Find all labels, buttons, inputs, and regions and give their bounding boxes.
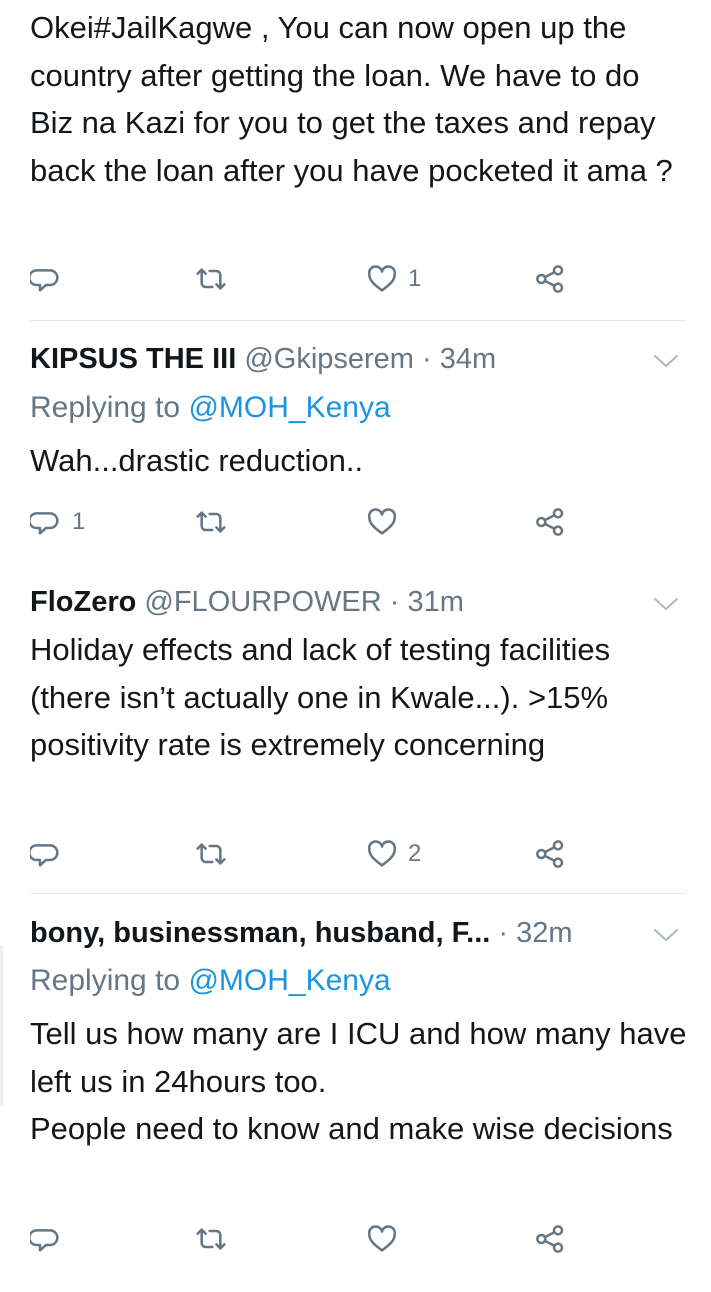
share-button[interactable] [534, 1219, 566, 1259]
retweet-button[interactable] [195, 1219, 227, 1259]
reply-button[interactable] [30, 1219, 72, 1259]
tweet-actions: 2 [0, 834, 711, 874]
timestamp: · 31m [381, 586, 464, 618]
timestamp: · 32m [498, 917, 573, 949]
retweet-icon [195, 1223, 227, 1255]
tweet-header: KIPSUS THE III @Gkipserem · 34m [30, 339, 671, 379]
reply-icon [30, 838, 62, 870]
share-button[interactable] [534, 834, 566, 874]
like-button[interactable]: 1 [366, 259, 421, 299]
chevron-down-icon[interactable] [653, 596, 679, 612]
screen-edge [0, 945, 3, 1105]
retweet-icon [195, 838, 227, 870]
share-icon [534, 263, 566, 295]
reply-icon [30, 263, 62, 295]
heart-icon [366, 506, 398, 538]
heart-icon [366, 838, 398, 870]
replying-to: Replying to @MOH_Kenya [30, 388, 391, 428]
reply-count: 1 [72, 508, 86, 535]
retweet-button[interactable] [195, 502, 227, 542]
user-handle[interactable]: @Gkipserem [244, 343, 414, 375]
share-icon [534, 838, 566, 870]
reply-icon [30, 506, 62, 538]
tweet-text: Wah...drastic reduction.. [30, 443, 364, 478]
retweet-icon [195, 506, 227, 538]
replying-handle[interactable]: @MOH_Kenya [188, 391, 390, 424]
user-handle[interactable]: @FLOURPOWER [144, 586, 381, 618]
tweet-actions: 1 [0, 502, 711, 542]
share-button[interactable] [534, 259, 566, 299]
like-count: 1 [408, 265, 422, 292]
tweet-header: FloZero @FLOURPOWER · 31m [30, 582, 671, 622]
replying-label: Replying to [30, 391, 189, 424]
like-button[interactable] [366, 1219, 408, 1259]
share-icon [534, 506, 566, 538]
tweet-header: bony, businessman, husband, F... · 32m [30, 913, 671, 953]
display-name[interactable]: FloZero [30, 586, 136, 618]
tweet-text: Holiday effects and lack of testing faci… [30, 632, 611, 762]
like-button[interactable] [366, 502, 408, 542]
retweet-icon [195, 263, 227, 295]
share-button[interactable] [534, 502, 566, 542]
chevron-down-icon[interactable] [653, 353, 679, 369]
heart-icon [366, 263, 398, 295]
replying-label: Replying to [30, 964, 189, 997]
share-icon [534, 1223, 566, 1255]
heart-icon [366, 1223, 398, 1255]
timestamp: · 34m [413, 343, 497, 375]
reply-icon [30, 1223, 62, 1255]
replying-to: Replying to @MOH_Kenya [30, 961, 391, 1001]
divider [30, 320, 686, 321]
tweet-actions: 1 [0, 259, 711, 299]
tweet-text: Tell us how many are I ICU and how many … [30, 1016, 687, 1146]
replying-handle[interactable]: @MOH_Kenya [188, 964, 390, 997]
tweet-text: Okei#JailKagwe , You can now open up the… [30, 10, 673, 188]
reply-button[interactable] [30, 834, 72, 874]
display-name[interactable]: KIPSUS THE III [30, 343, 236, 375]
chevron-down-icon[interactable] [653, 927, 679, 943]
reply-feed: Okei#JailKagwe , You can now open up the… [0, 0, 711, 1292]
reply-button[interactable]: 1 [30, 502, 85, 542]
retweet-button[interactable] [195, 259, 227, 299]
display-name[interactable]: bony, businessman, husband, F... [30, 917, 490, 949]
retweet-button[interactable] [195, 834, 227, 874]
reply-button[interactable] [30, 259, 72, 299]
like-count: 2 [408, 840, 422, 867]
like-button[interactable]: 2 [366, 834, 421, 874]
divider [30, 893, 686, 894]
tweet-actions [0, 1219, 711, 1259]
